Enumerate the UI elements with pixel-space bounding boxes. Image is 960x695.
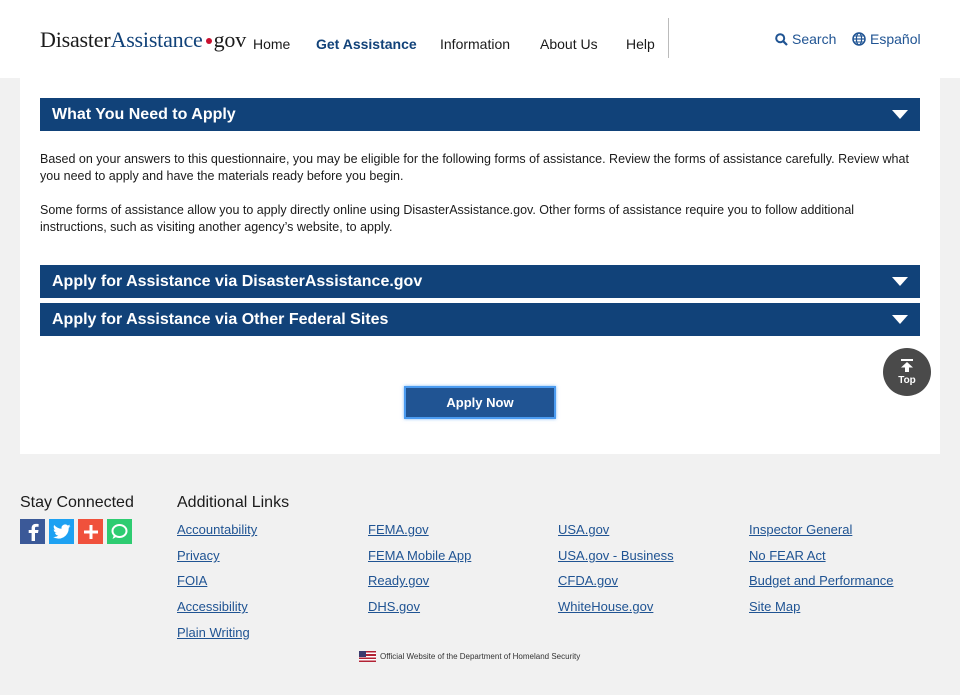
footer-link-accountability[interactable]: Accountability [177, 522, 257, 537]
chat-icon[interactable] [107, 519, 132, 544]
nav-get-assistance[interactable]: Get Assistance [316, 36, 417, 52]
social-links [20, 519, 132, 544]
accordion-apply-disasterassistance[interactable]: Apply for Assistance via DisasterAssista… [40, 265, 920, 298]
footer-link-foia[interactable]: FOIA [177, 573, 207, 588]
footer-link-whitehouse[interactable]: WhiteHouse.gov [558, 599, 653, 614]
logo-text-gov: gov [213, 27, 247, 52]
logo-dot-icon [205, 37, 212, 44]
additional-links-heading: Additional Links [177, 494, 290, 511]
footer-link-accessibility[interactable]: Accessibility [177, 599, 248, 614]
facebook-icon[interactable] [20, 519, 45, 544]
apply-now-button[interactable]: Apply Now [404, 386, 556, 419]
footer-link-usa[interactable]: USA.gov [558, 522, 609, 537]
search-icon [775, 32, 788, 46]
accordion-title: Apply for Assistance via Other Federal S… [52, 310, 389, 328]
logo-text-assistance: Assistance [110, 27, 203, 52]
footer-link-cfda[interactable]: CFDA.gov [558, 573, 618, 588]
footer-link-usa-business[interactable]: USA.gov - Business [558, 548, 674, 563]
footer-link-plain-writing[interactable]: Plain Writing [177, 625, 250, 640]
accordion-what-you-need[interactable]: What You Need to Apply [40, 98, 920, 131]
chevron-down-icon [892, 277, 908, 286]
stay-connected-heading: Stay Connected [20, 494, 134, 511]
nav-divider [668, 18, 669, 58]
language-link[interactable]: Español [852, 31, 921, 47]
nav-help[interactable]: Help [626, 36, 655, 52]
accordion-title: What You Need to Apply [52, 105, 236, 123]
site-header: DisasterAssistance gov Home Get Assistanc… [0, 0, 960, 78]
footer-link-privacy[interactable]: Privacy [177, 548, 220, 563]
search-label: Search [792, 31, 837, 47]
site-logo[interactable]: DisasterAssistance gov [40, 27, 246, 53]
back-to-top-button[interactable]: Top [883, 348, 931, 396]
accordion-apply-other-federal[interactable]: Apply for Assistance via Other Federal S… [40, 303, 920, 336]
official-website-text: Official Website of the Department of Ho… [380, 652, 581, 661]
official-website-notice: Official Website of the Department of Ho… [359, 651, 580, 662]
arrow-to-top-icon [900, 358, 914, 375]
addthis-icon[interactable] [78, 519, 103, 544]
footer-link-inspector-general[interactable]: Inspector General [749, 522, 852, 537]
twitter-icon[interactable] [49, 519, 74, 544]
nav-about-us[interactable]: About Us [540, 36, 598, 52]
nav-information[interactable]: Information [440, 36, 510, 52]
instructions-paragraph: Some forms of assistance allow you to ap… [40, 203, 855, 234]
footer-link-dhs[interactable]: DHS.gov [368, 599, 420, 614]
search-link[interactable]: Search [775, 31, 836, 47]
chevron-down-icon [892, 110, 908, 119]
main-content: What You Need to Apply Based on your ans… [20, 78, 940, 454]
footer-link-no-fear-act[interactable]: No FEAR Act [749, 548, 826, 563]
logo-text-disaster: Disaster [40, 27, 111, 52]
nav-home[interactable]: Home [253, 36, 290, 52]
footer-link-fema[interactable]: FEMA.gov [368, 522, 429, 537]
chevron-down-icon [892, 315, 908, 324]
us-flag-icon [359, 651, 376, 662]
intro-paragraph: Based on your answers to this questionna… [40, 152, 909, 183]
footer-link-site-map[interactable]: Site Map [749, 599, 800, 614]
language-label: Español [870, 31, 921, 47]
footer-link-budget-performance[interactable]: Budget and Performance [749, 573, 894, 588]
globe-icon [852, 32, 866, 46]
accordion-title: Apply for Assistance via DisasterAssista… [52, 272, 423, 290]
footer-link-ready[interactable]: Ready.gov [368, 573, 429, 588]
top-label: Top [898, 374, 916, 386]
footer-link-fema-mobile-app[interactable]: FEMA Mobile App [368, 548, 471, 563]
